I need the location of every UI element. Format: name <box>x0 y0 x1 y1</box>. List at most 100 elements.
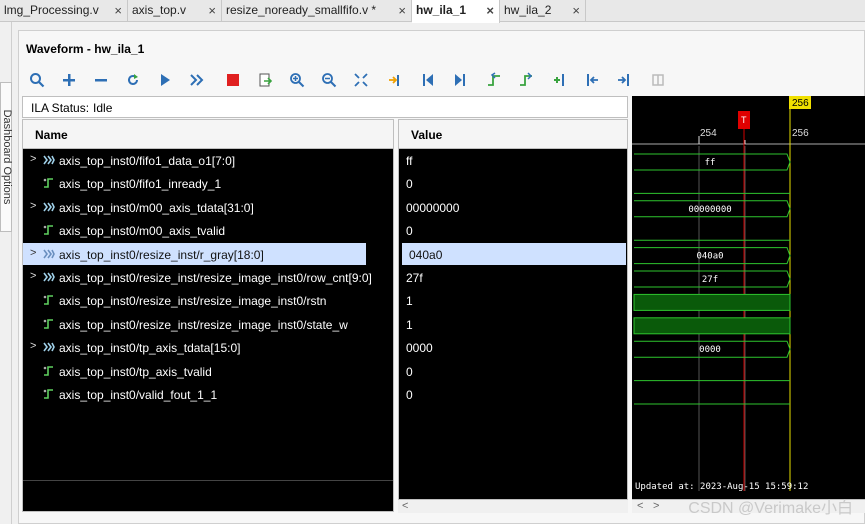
signal-name: axis_top_inst0/resize_inst/resize_image_… <box>59 271 372 285</box>
tab-hw-ila-2[interactable]: hw_ila_2 × <box>500 0 586 22</box>
scroll-left-icon[interactable]: < <box>402 500 408 512</box>
signal-row[interactable]: axis_top_inst0/m00_axis_tvalid <box>23 219 393 241</box>
go-to-cursor-icon[interactable] <box>384 69 406 91</box>
signal-row[interactable]: axis_top_inst0/resize_inst/resize_image_… <box>23 313 393 335</box>
signal-row[interactable]: axis_top_inst0/valid_fout_1_1 <box>23 383 393 405</box>
prev-transition-icon[interactable] <box>483 69 505 91</box>
signal-row[interactable]: axis_top_inst0/fifo1_inready_1 <box>23 172 393 194</box>
next-marker-icon[interactable] <box>613 69 635 91</box>
bus-signal-icon <box>43 341 55 353</box>
tab-label: lmg_Processing.v <box>4 3 99 17</box>
signal-name: axis_top_inst0/m00_axis_tvalid <box>59 224 226 239</box>
signal-value[interactable]: 27f <box>399 266 627 288</box>
search-icon[interactable] <box>26 69 48 91</box>
next-transition-icon[interactable] <box>515 69 537 91</box>
waveform-view[interactable]: 254 256 256 Tff 00000000 040a0 27f 0000 Updated … <box>632 96 865 499</box>
stop-icon[interactable] <box>222 69 244 91</box>
signal-name: axis_top_inst0/tp_axis_tvalid <box>59 364 212 379</box>
waveform-toolbar <box>19 65 865 95</box>
signal-value[interactable]: 0 <box>399 360 627 382</box>
scroll-right-icon[interactable]: > <box>653 500 659 512</box>
close-icon[interactable]: × <box>572 3 580 18</box>
ila-window: lmg_Processing.v × axis_top.v × resize_n… <box>0 0 865 524</box>
wire-signal-icon <box>43 318 55 330</box>
signal-value-column: Value ff 0 00000000 0 040a0 27f 1 1 0000 0 0 <box>398 119 628 512</box>
export-icon[interactable] <box>254 69 276 91</box>
waveform-panel: Waveform - hw_ila_1 ILA Status: Idle Nam… <box>18 30 865 524</box>
tab-hw-ila-1[interactable]: hw_ila_1 × <box>412 0 500 23</box>
high-waveform <box>633 293 791 311</box>
bus-value-label: 040a0 <box>696 252 723 262</box>
tab-resize-noready[interactable]: resize_noready_smallfifo.v * × <box>222 0 412 22</box>
signal-name: axis_top_inst0/m00_axis_tdata[31:0] <box>59 200 254 215</box>
tab-img-processing[interactable]: lmg_Processing.v × <box>0 0 128 22</box>
signal-row[interactable]: > axis_top_inst0/m00_axis_tdata[31:0] <box>23 196 393 218</box>
close-icon[interactable]: × <box>208 3 216 18</box>
play-icon[interactable] <box>154 69 176 91</box>
editor-tab-bar: lmg_Processing.v × axis_top.v × resize_n… <box>0 0 865 23</box>
signal-name: axis_top_inst0/fifo1_data_o1[7:0] <box>59 154 236 168</box>
signal-value[interactable]: 00000000 <box>399 196 627 218</box>
wire-signal-icon <box>43 365 55 377</box>
expand-chevron-icon[interactable]: > <box>30 270 40 282</box>
value-scrollbar[interactable]: < <box>398 499 628 513</box>
bus-signal-icon <box>43 271 55 283</box>
high-waveform <box>633 317 791 335</box>
expand-chevron-icon[interactable]: > <box>30 247 40 259</box>
expand-chevron-icon[interactable]: > <box>30 340 40 352</box>
bus-value-label: 27f <box>702 275 718 285</box>
signal-value[interactable]: 0 <box>399 219 627 241</box>
tab-axis-top[interactable]: axis_top.v × <box>128 0 222 22</box>
close-icon[interactable]: × <box>398 3 406 18</box>
rerun-icon[interactable] <box>122 69 144 91</box>
left-sidebar: Dashboard Options <box>0 22 13 524</box>
signal-name: axis_top_inst0/fifo1_inready_1 <box>59 177 222 192</box>
zoom-in-icon[interactable] <box>286 69 308 91</box>
value-column-header[interactable]: Value <box>399 120 627 149</box>
prev-marker-icon[interactable] <box>581 69 603 91</box>
waveform-canvas[interactable]: 254 256 256 Tff 00000000 040a0 27f 0000 Updated … <box>632 96 865 499</box>
expand-chevron-icon[interactable]: > <box>30 200 40 212</box>
signal-row[interactable]: axis_top_inst0/tp_axis_tvalid <box>23 360 393 382</box>
signal-row[interactable]: > axis_top_inst0/resize_inst/resize_image… <box>23 266 393 288</box>
bus-value-label: 0000 <box>699 345 721 355</box>
signal-value[interactable]: 1 <box>399 313 627 335</box>
name-column-header[interactable]: Name <box>23 120 393 149</box>
signal-value[interactable]: 040a0 <box>402 242 626 265</box>
signal-value[interactable]: 1 <box>399 289 627 311</box>
divider <box>23 480 393 481</box>
ila-status-bar: ILA Status: Idle <box>22 96 628 118</box>
close-icon[interactable]: × <box>486 3 494 18</box>
tab-label: resize_noready_smallfifo.v * <box>226 3 377 17</box>
go-to-end-icon[interactable] <box>449 69 471 91</box>
signal-row[interactable]: > axis_top_inst0/resize_inst/r_gray[18:0] <box>23 242 366 265</box>
bus-value-label: ff <box>705 158 716 168</box>
fit-icon[interactable] <box>350 69 372 91</box>
ila-status-value: Idle <box>93 101 113 115</box>
plus-icon[interactable] <box>58 69 80 91</box>
signal-row[interactable]: > axis_top_inst0/fifo1_data_o1[7:0] <box>23 149 393 171</box>
signal-value[interactable]: 0 <box>399 383 627 405</box>
signal-row[interactable]: > axis_top_inst0/tp_axis_tdata[15:0] <box>23 336 393 358</box>
fast-forward-icon[interactable] <box>186 69 208 91</box>
trigger-label: T <box>741 115 747 125</box>
signal-value[interactable]: ff <box>399 149 627 171</box>
tab-label: hw_ila_2 <box>504 3 552 17</box>
wire-signal-icon <box>43 388 55 400</box>
zoom-out-icon[interactable] <box>318 69 340 91</box>
ila-status-label: ILA Status: <box>31 101 90 115</box>
bus-signal-icon <box>43 248 55 260</box>
close-icon[interactable]: × <box>114 3 122 18</box>
swap-cursors-icon[interactable] <box>647 69 669 91</box>
dashboard-options-button[interactable]: Dashboard Options <box>0 82 13 232</box>
signal-value[interactable]: 0 <box>399 172 627 194</box>
ruler-label: 254 <box>700 128 717 139</box>
add-marker-icon[interactable] <box>549 69 571 91</box>
scroll-left-icon[interactable]: < <box>637 500 643 512</box>
minus-icon[interactable] <box>90 69 112 91</box>
signal-name: axis_top_inst0/resize_inst/r_gray[18:0] <box>59 247 264 262</box>
signal-row[interactable]: axis_top_inst0/resize_inst/resize_image_… <box>23 289 393 311</box>
go-to-start-icon[interactable] <box>417 69 439 91</box>
expand-chevron-icon[interactable]: > <box>30 153 40 165</box>
signal-value[interactable]: 0000 <box>399 336 627 358</box>
